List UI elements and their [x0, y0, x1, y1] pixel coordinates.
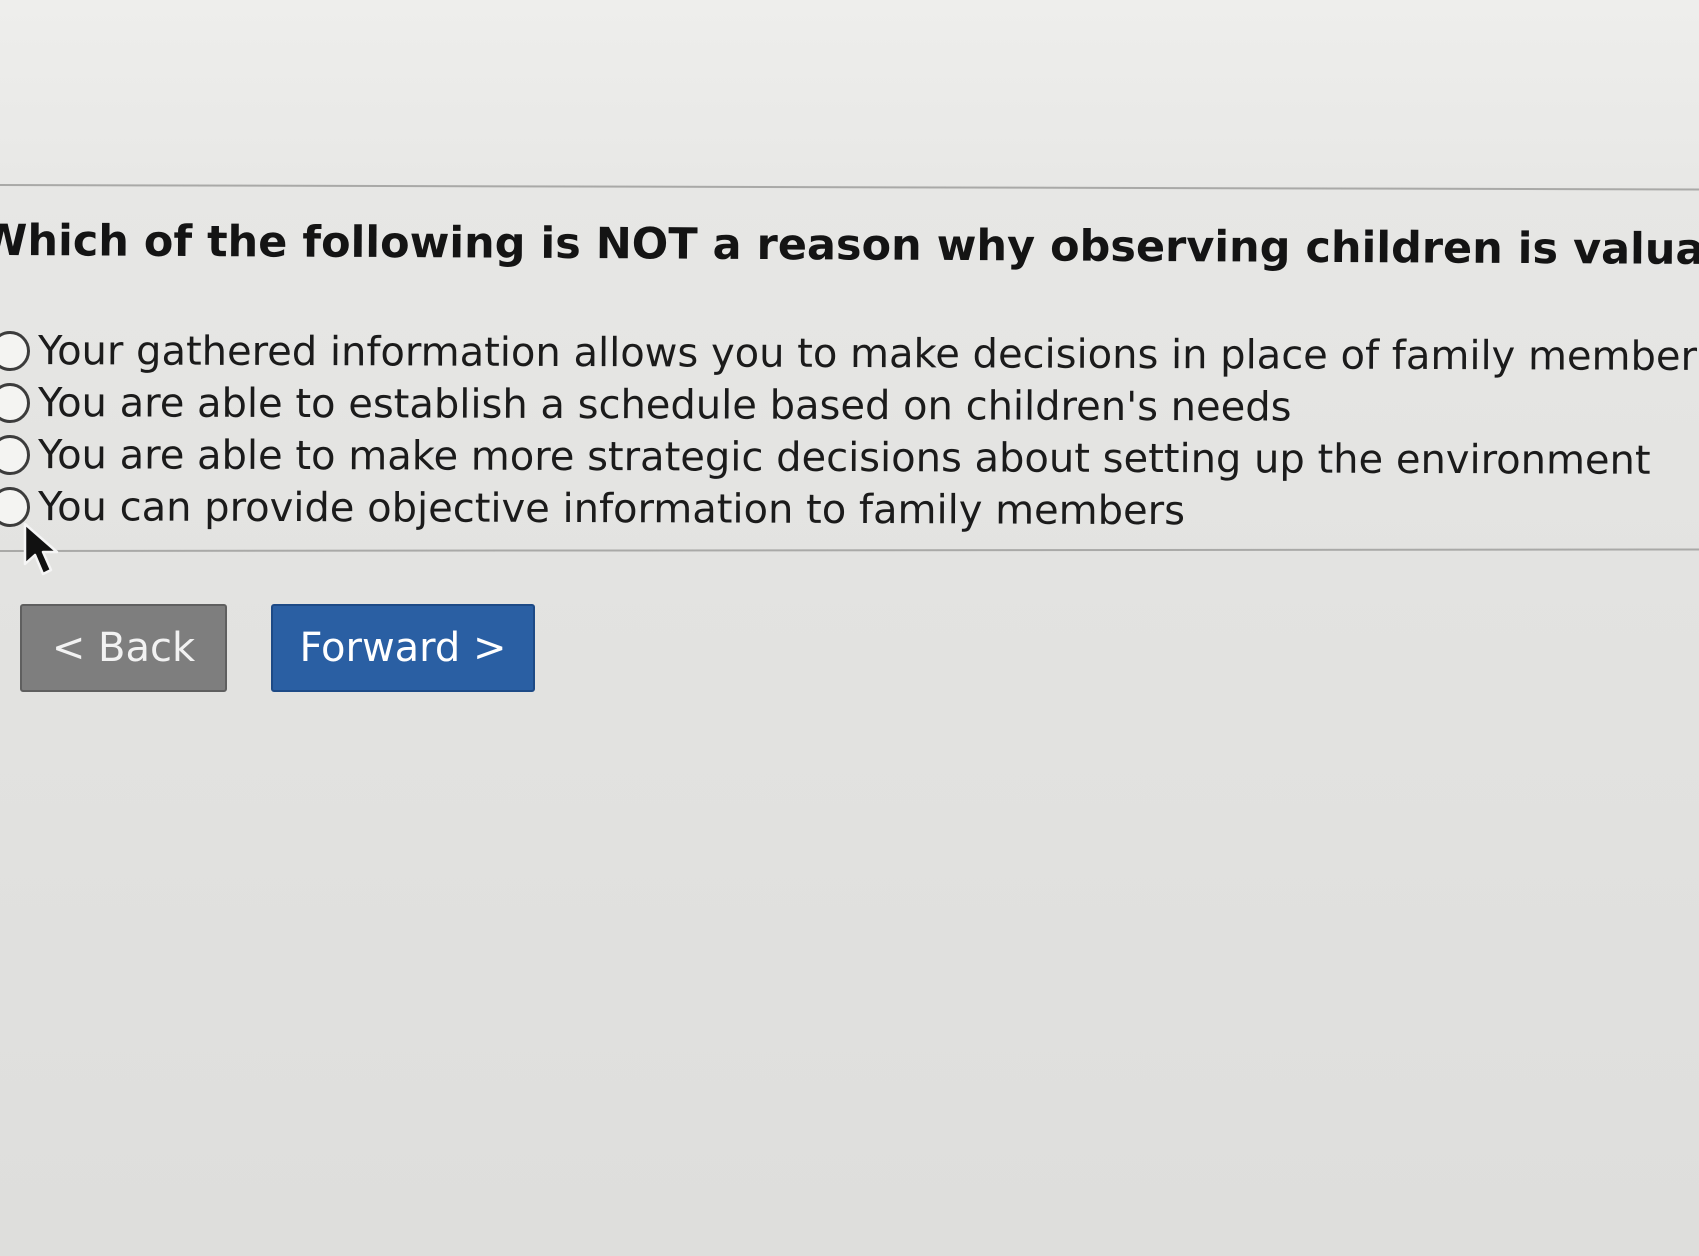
question-text: Which of the following is NOT a reason w… — [0, 215, 1699, 276]
quiz-screen: Which of the following is NOT a reason w… — [0, 0, 1699, 1256]
option-label[interactable]: You can provide objective information to… — [38, 484, 1185, 534]
mouse-pointer-icon — [23, 522, 59, 576]
option-4[interactable]: You can provide objective information to… — [0, 481, 1699, 539]
radio-button-option-1[interactable] — [0, 330, 31, 372]
forward-button[interactable]: Forward > — [271, 604, 535, 692]
radio-button-option-2[interactable] — [0, 382, 31, 424]
option-label[interactable]: You are able to establish a schedule bas… — [38, 380, 1292, 430]
top-band — [0, 0, 1699, 185]
back-button[interactable]: < Back — [20, 604, 227, 692]
option-2[interactable]: You are able to establish a schedule bas… — [0, 377, 1699, 435]
bottom-divider — [0, 548, 1699, 552]
option-label[interactable]: You are able to make more strategic deci… — [38, 432, 1651, 484]
option-1[interactable]: Your gathered information allows you to … — [0, 325, 1699, 383]
answer-options: Your gathered information allows you to … — [0, 325, 1699, 534]
option-label[interactable]: Your gathered information allows you to … — [38, 328, 1699, 380]
radio-button-option-3[interactable] — [0, 434, 31, 476]
option-3[interactable]: You are able to make more strategic deci… — [0, 429, 1699, 487]
